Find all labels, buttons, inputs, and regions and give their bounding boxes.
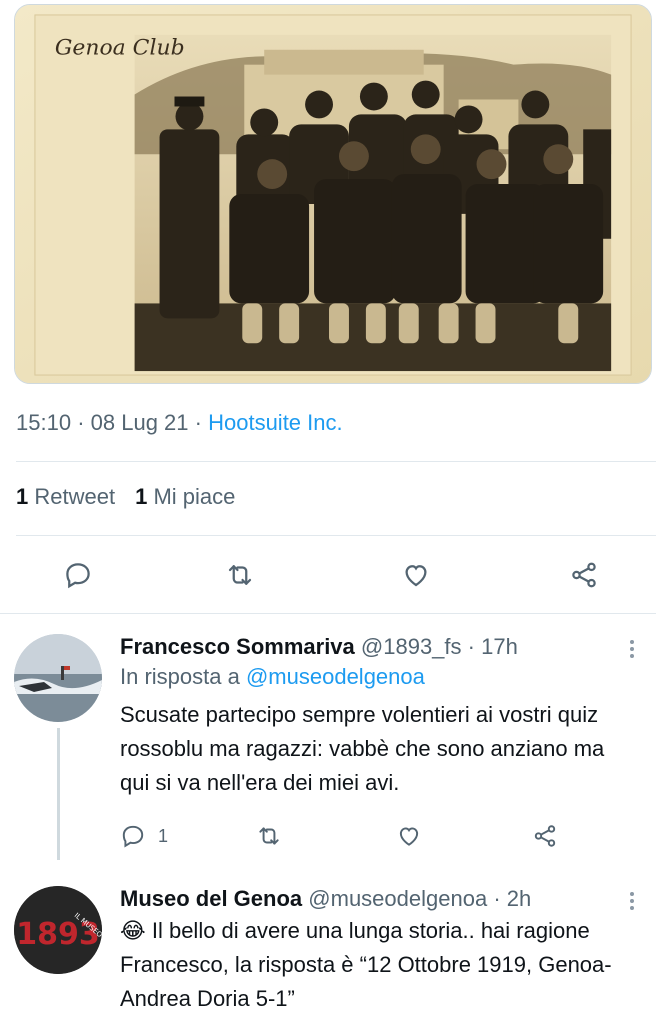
team-photo: Genoa Club	[15, 5, 651, 383]
share-button[interactable]	[532, 816, 558, 856]
share-button[interactable]	[562, 548, 606, 602]
author-handle[interactable]: @museodelgenoa	[308, 886, 487, 911]
heart-icon	[399, 827, 419, 846]
reply-action-bar: 1	[120, 816, 620, 856]
reply-time: 17h	[481, 634, 518, 659]
reply-button[interactable]	[56, 548, 100, 602]
reply-icon	[66, 563, 90, 589]
likes-stat[interactable]: 1 Mi piace	[135, 484, 235, 509]
retweet-button[interactable]	[218, 548, 262, 602]
author-name[interactable]: Francesco Sommariva	[120, 634, 355, 659]
reply-text: 😂 Il bello di avere una lunga storia.. h…	[120, 918, 612, 1011]
tweet-media-photo[interactable]: Genoa Club	[14, 4, 652, 384]
author-name[interactable]: Museo del Genoa	[120, 886, 302, 911]
divider	[16, 461, 656, 462]
laughing-emoji-icon: 😂	[120, 918, 146, 943]
share-icon	[572, 562, 596, 588]
tweet-source-link[interactable]: Hootsuite Inc.	[208, 410, 343, 435]
photo-caption-script: Genoa Club	[55, 36, 185, 61]
retweets-stat[interactable]: 1 Retweet	[16, 484, 115, 509]
tweet-meta: 15:10 · 08 Lug 21 · Hootsuite Inc.	[16, 410, 343, 435]
retweet-button[interactable]	[256, 816, 282, 856]
reply-header: Francesco Sommariva @1893_fs · 17h	[120, 634, 518, 659]
tweet-stats: 1 Retweet 1 Mi piace	[16, 484, 235, 510]
tweet-time: 15:10	[16, 410, 72, 435]
mention-link[interactable]: @museodelgenoa	[246, 664, 425, 689]
avatar[interactable]	[14, 634, 102, 722]
reply-text: Scusate partecipo sempre volentieri ai v…	[120, 702, 605, 795]
tweet-date: 08 Lug 21	[90, 410, 189, 435]
sea-photo-avatar	[14, 634, 102, 722]
avatar[interactable]: 1893 IL MUSEO DEL GENOA	[14, 886, 102, 974]
heart-icon	[405, 565, 427, 587]
reply-icon	[122, 825, 144, 848]
divider	[16, 535, 656, 536]
reply-tweet[interactable]: Francesco Sommariva @1893_fs · 17h In ri…	[0, 620, 656, 860]
reply-header: Museo del Genoa @museodelgenoa · 2h	[120, 886, 532, 911]
reply-count: 1	[158, 825, 169, 846]
reply-button[interactable]: 1	[120, 816, 168, 856]
divider	[0, 613, 656, 614]
retweet-icon	[259, 827, 279, 845]
more-options-button[interactable]	[622, 634, 642, 664]
reply-time: 2h	[506, 886, 532, 911]
more-options-button[interactable]	[622, 886, 642, 916]
tweet-action-bar	[0, 548, 656, 602]
like-button[interactable]	[396, 816, 422, 856]
replying-to: In risposta a @museodelgenoa	[120, 664, 425, 689]
reply-tweet[interactable]: 1893 IL MUSEO DEL GENOA Museo del Genoa …	[0, 872, 656, 1024]
like-button[interactable]	[394, 548, 438, 602]
museo-logo-avatar: 1893 IL MUSEO DEL GENOA	[14, 886, 102, 974]
thread-line	[57, 728, 60, 860]
author-handle[interactable]: @1893_fs	[361, 634, 462, 659]
retweet-icon	[228, 565, 252, 585]
share-icon	[534, 825, 556, 847]
